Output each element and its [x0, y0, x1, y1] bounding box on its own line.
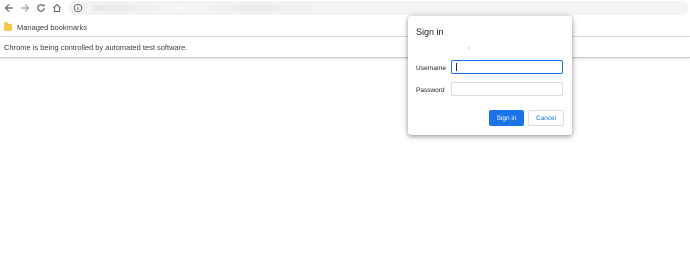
dialog-title: Sign in — [416, 27, 444, 37]
back-button[interactable] — [2, 1, 16, 15]
info-circle-icon[interactable] — [73, 3, 83, 13]
username-label: Username — [416, 65, 446, 72]
reload-button[interactable] — [34, 1, 48, 15]
username-field[interactable] — [451, 60, 563, 74]
forward-button[interactable] — [18, 1, 32, 15]
managed-bookmarks-folder[interactable]: Managed bookmarks — [4, 20, 87, 34]
password-label: Password — [416, 87, 445, 94]
bookmarks-bar: Managed bookmarks — [0, 16, 690, 37]
text-caret — [456, 63, 457, 71]
sign-in-button[interactable]: Sign in — [489, 110, 524, 126]
reload-icon — [37, 3, 45, 12]
password-field[interactable] — [451, 82, 563, 96]
arrow-right-icon — [21, 4, 30, 12]
arrow-left-icon — [4, 4, 13, 12]
home-icon — [53, 3, 61, 13]
folder-icon — [4, 21, 12, 31]
bookmark-label: Managed bookmarks — [17, 22, 88, 32]
infobar-message: Chrome is being controlled by automated … — [4, 43, 188, 52]
home-button[interactable] — [50, 1, 64, 15]
redacted-url — [92, 5, 322, 11]
decorative-dot — [468, 47, 470, 49]
sign-in-dialog: Sign in Username Password Sign in Cancel — [408, 16, 572, 135]
cancel-button[interactable]: Cancel — [528, 110, 564, 126]
automation-infobar: Chrome is being controlled by automated … — [0, 37, 690, 58]
browser-toolbar — [0, 0, 690, 16]
address-bar[interactable] — [68, 1, 688, 15]
